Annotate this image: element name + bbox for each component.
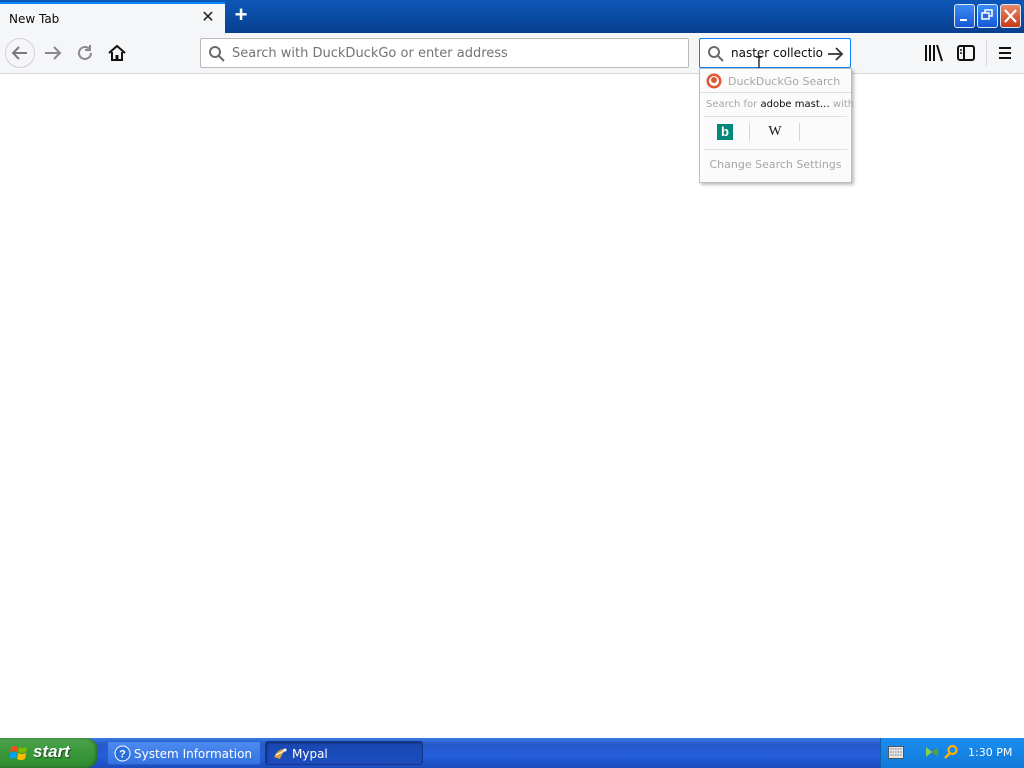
taskbar-item-label: Mypal (292, 747, 328, 761)
tab-close-icon[interactable]: ✕ (199, 9, 217, 27)
search-go-arrow-icon[interactable] (824, 43, 846, 65)
back-button[interactable] (5, 38, 35, 68)
close-window-button[interactable] (1000, 4, 1021, 28)
network-icon[interactable] (924, 744, 940, 760)
taskbar-item-system-information[interactable]: ? System Information (107, 741, 261, 765)
search-for-prefix: Search for (706, 99, 761, 110)
search-for-hint: Search for adobe mast… with (706, 99, 854, 110)
popup-separator (704, 116, 847, 117)
search-input-value: naster collectio (731, 46, 823, 60)
search-icon (209, 46, 225, 62)
minimize-button[interactable] (954, 4, 975, 28)
sidebar-icon[interactable] (955, 42, 977, 64)
navigation-toolbar: naster collectio (0, 33, 1024, 74)
search-input[interactable]: naster collectio (731, 46, 823, 62)
taskbar-item-mypal[interactable]: Mypal (265, 741, 423, 765)
tab-title: New Tab (9, 12, 60, 26)
search-icon (708, 46, 724, 62)
forward-button[interactable] (38, 38, 68, 68)
bing-engine-button[interactable]: b (717, 124, 733, 140)
reload-button[interactable] (70, 38, 100, 68)
back-arrow-icon (11, 46, 27, 60)
search-popup: DuckDuckGo Search Search for adobe mast…… (699, 68, 854, 183)
help-icon: ? (114, 745, 131, 762)
clock: 1:30 PM (968, 746, 1013, 759)
start-button[interactable]: start (0, 738, 98, 768)
search-popup-header: DuckDuckGo Search (700, 69, 851, 93)
change-search-settings-button[interactable]: Change Search Settings (700, 158, 851, 171)
toolbar-separator (986, 40, 987, 66)
url-bar[interactable] (200, 38, 689, 68)
mypal-app-icon (274, 748, 287, 759)
browser-titlebar: New Tab ✕ + (0, 0, 1024, 33)
url-input[interactable] (232, 39, 682, 67)
forward-arrow-icon (45, 46, 62, 60)
hamburger-menu-icon[interactable] (994, 42, 1016, 64)
taskbar: start ? System Information Mypal 1:30 PM (0, 738, 1024, 768)
windows-logo-icon (10, 746, 27, 760)
tab-new-tab[interactable]: New Tab ✕ (0, 2, 225, 33)
engine-divider (799, 123, 800, 141)
svg-text:?: ? (119, 749, 126, 761)
duckduckgo-icon (706, 73, 722, 89)
screen: New Tab ✕ + Search with DuckDuckGo or en… (0, 0, 1024, 768)
wikipedia-engine-button[interactable]: W (766, 124, 784, 140)
system-tray: 1:30 PM (880, 738, 1024, 768)
popup-separator (704, 149, 847, 150)
search-magnifier-icon[interactable] (943, 744, 959, 760)
keyboard-icon[interactable] (888, 746, 904, 759)
restore-button[interactable] (977, 4, 998, 28)
engine-divider (749, 123, 750, 141)
reload-icon (78, 45, 92, 60)
search-engine-name: DuckDuckGo Search (728, 75, 841, 88)
new-tab-plus-icon[interactable]: + (231, 4, 251, 27)
home-button[interactable] (102, 38, 132, 68)
search-for-query: adobe mast… (760, 99, 830, 110)
search-for-suffix: with (829, 99, 855, 110)
taskbar-item-label: System Information (134, 747, 253, 761)
library-icon[interactable] (922, 42, 946, 64)
home-icon (108, 44, 126, 61)
start-label: start (33, 742, 70, 761)
search-bar[interactable]: naster collectio (699, 38, 851, 72)
